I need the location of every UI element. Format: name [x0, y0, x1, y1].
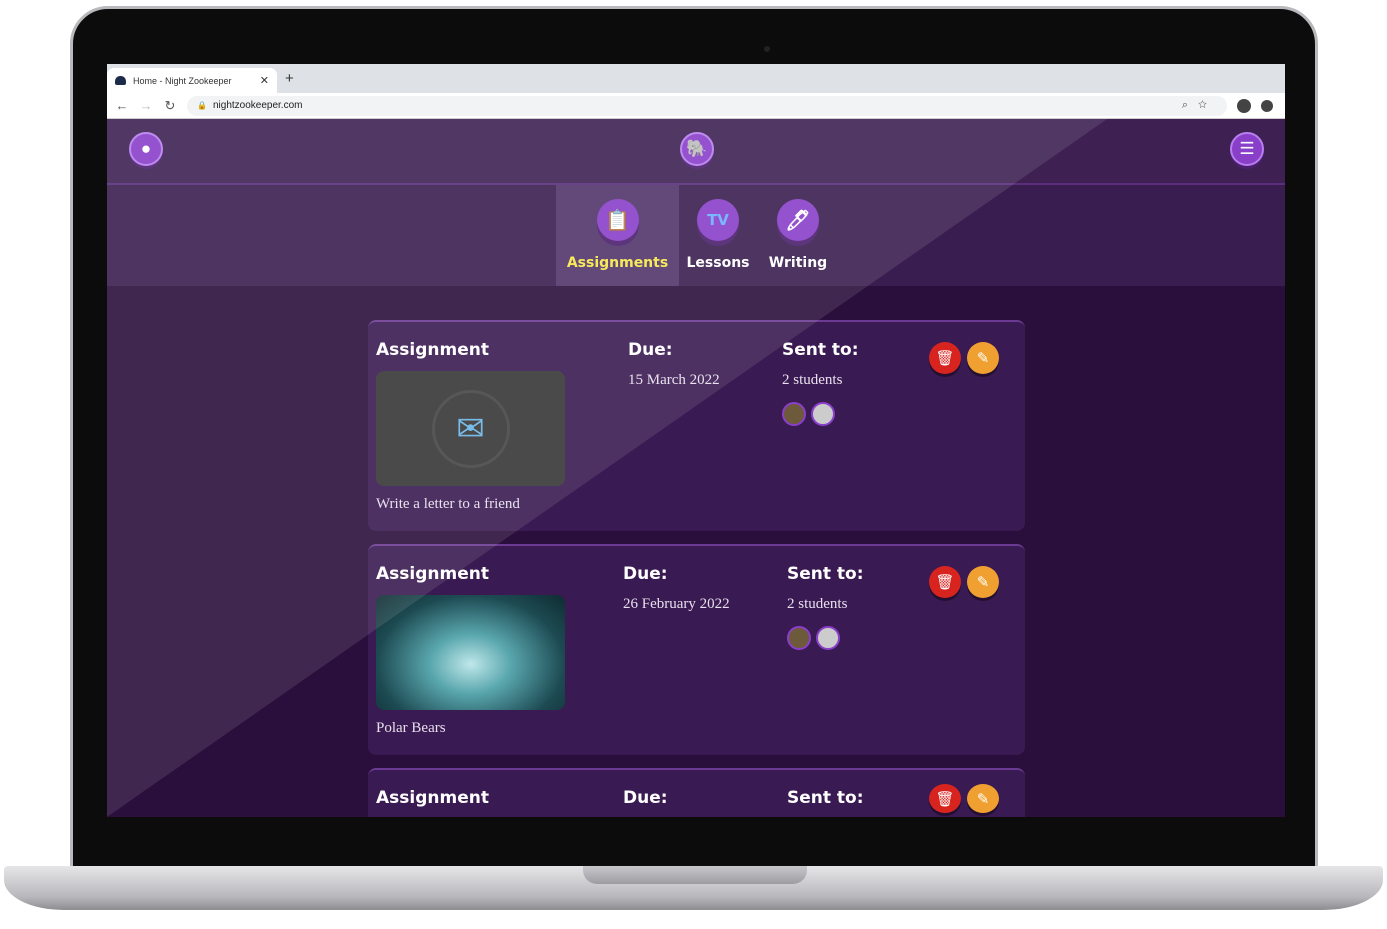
sent-label: Sent to:	[787, 564, 864, 584]
address-bar-row: ← → ↻ 🔒 nightzookeeper.com ⌕☆	[107, 93, 1285, 119]
assignment-thumbnail[interactable]	[376, 595, 565, 710]
lock-icon: 🔒	[197, 101, 207, 110]
tab-lessons[interactable]: TV Lessons	[683, 185, 753, 286]
due-label: Due:	[623, 564, 668, 584]
elephant-favicon-icon	[115, 76, 126, 85]
pen-icon: 🖊	[777, 199, 819, 241]
assignment-icon: 📋	[596, 199, 639, 241]
card-heading: Assignment	[376, 340, 489, 360]
elephant-icon[interactable]: 🐘	[680, 132, 714, 166]
edit-pencil-icon[interactable]: ✎	[967, 566, 999, 598]
card-heading: Assignment	[376, 788, 489, 808]
tab-assignments[interactable]: 📋 Assignments	[556, 185, 679, 286]
assignment-title[interactable]: Write a letter to a friend	[376, 496, 520, 513]
laptop-notch	[583, 866, 807, 884]
tab-title: Home - Night Zookeeper	[133, 75, 232, 86]
edit-pencil-icon[interactable]: ✎	[967, 784, 999, 813]
tab-label: Lessons	[686, 255, 750, 271]
extension-icon[interactable]	[1261, 99, 1273, 112]
hamburger-icon[interactable]: ☰	[1230, 132, 1264, 166]
tab-writing[interactable]: 🖊 Writing	[763, 185, 833, 286]
app-header: ● 🐘 ☰	[107, 119, 1285, 185]
screen: Home - Night Zookeeper ✕ + ← → ↻ 🔒 night…	[107, 64, 1285, 817]
nav-tabs: 📋 Assignments TV Lessons 🖊 Writing	[107, 185, 1285, 286]
new-tab-icon[interactable]: +	[285, 70, 294, 87]
assignment-thumbnail[interactable]: ✉	[376, 371, 565, 486]
sent-count: 2 students	[782, 372, 843, 388]
zoom-star-icons[interactable]: ⌕☆	[1182, 99, 1217, 112]
edit-pencil-icon[interactable]: ✎	[967, 342, 999, 374]
sent-label: Sent to:	[787, 788, 864, 808]
url-text: nightzookeeper.com	[212, 100, 303, 111]
camera	[764, 46, 770, 52]
student-avatar[interactable]	[782, 402, 806, 426]
student-avatar[interactable]	[816, 626, 840, 650]
tab-label: Writing	[768, 255, 828, 271]
assignment-title[interactable]: Polar Bears	[376, 720, 446, 737]
envelope-icon: ✉	[431, 389, 510, 468]
due-label: Due:	[628, 340, 673, 360]
tab-label: Assignments	[566, 255, 669, 271]
student-avatar[interactable]	[811, 402, 835, 426]
delete-icon[interactable]: 🗑	[929, 566, 961, 598]
reload-icon[interactable]: ↻	[161, 98, 179, 114]
url-input[interactable]: 🔒 nightzookeeper.com ⌕☆	[187, 95, 1227, 116]
delete-icon[interactable]: 🗑	[929, 342, 961, 374]
card-heading: Assignment	[376, 564, 489, 584]
due-label: Due:	[623, 788, 668, 808]
sent-count: 2 students	[787, 596, 848, 612]
assignment-card[interactable]: Assignment Due: Sent to: 🗑 ✎	[368, 768, 1025, 817]
assignment-card[interactable]: Assignment Due: 15 March 2022 Sent to: 2…	[368, 320, 1025, 531]
user-icon[interactable]: ●	[129, 132, 163, 166]
assignment-card[interactable]: Assignment Due: 26 February 2022 Sent to…	[368, 544, 1025, 755]
due-date: 26 February 2022	[623, 596, 730, 612]
student-avatar[interactable]	[787, 626, 811, 650]
forward-icon[interactable]: →	[137, 98, 155, 113]
profile-icon[interactable]	[1237, 98, 1251, 113]
tv-icon: TV	[697, 199, 739, 241]
page: ● 🐘 ☰ 📋 Assignments TV Lessons 🖊 Writing…	[107, 119, 1285, 817]
sent-label: Sent to:	[782, 340, 859, 360]
browser-tab[interactable]: Home - Night Zookeeper ✕	[107, 68, 277, 93]
due-date: 15 March 2022	[628, 372, 720, 388]
delete-icon[interactable]: 🗑	[929, 784, 961, 813]
close-tab-icon[interactable]: ✕	[260, 74, 269, 87]
browser-tab-bar: Home - Night Zookeeper ✕ +	[107, 64, 1285, 93]
back-icon[interactable]: ←	[113, 98, 131, 113]
